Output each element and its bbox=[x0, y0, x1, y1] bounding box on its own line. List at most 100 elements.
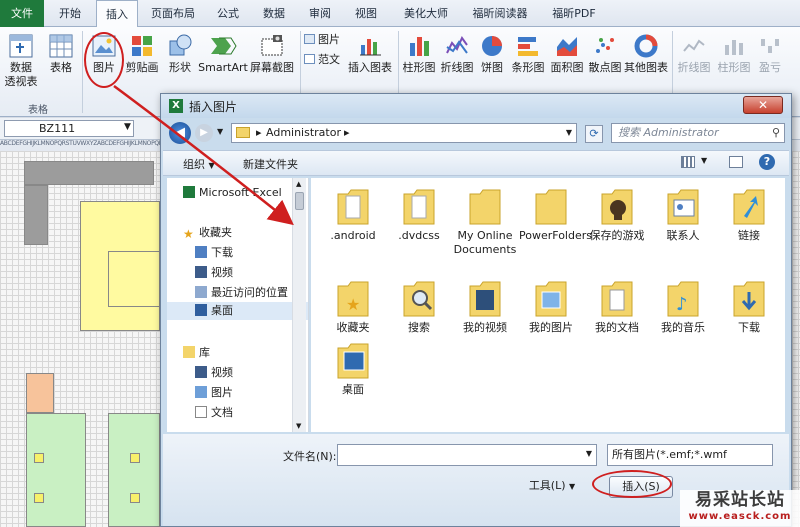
links-icon bbox=[730, 186, 768, 226]
table-button[interactable]: 表格 bbox=[44, 33, 78, 75]
nav-item-desktop[interactable]: 桌面 bbox=[167, 302, 308, 320]
area-chart-button[interactable]: 面积图 bbox=[548, 33, 586, 75]
nav-item-libraries[interactable]: 库 bbox=[183, 344, 210, 362]
sparkline-column-button[interactable]: 柱形图 bbox=[714, 33, 754, 75]
sparkline-line-button[interactable]: 折线图 bbox=[674, 33, 714, 75]
table-label: 表格 bbox=[50, 61, 72, 74]
scroll-down-icon[interactable]: ▼ bbox=[296, 422, 301, 430]
doughnut-chart-icon bbox=[634, 34, 658, 58]
filetype-select[interactable]: 所有图片(*.emf;*.wmf bbox=[607, 444, 773, 466]
nav-label: 下载 bbox=[211, 246, 233, 259]
view-dropdown-icon[interactable]: ▼ bbox=[701, 156, 707, 165]
tab-home[interactable]: 开始 bbox=[50, 0, 90, 27]
library-icon bbox=[183, 346, 195, 358]
tab-file[interactable]: 文件 bbox=[0, 0, 44, 27]
tab-view[interactable]: 视图 bbox=[346, 0, 386, 27]
organize-button[interactable]: 组织 ▼ bbox=[183, 156, 215, 172]
column-chart-button[interactable]: 柱形图 bbox=[400, 33, 438, 75]
close-button[interactable]: ✕ bbox=[743, 96, 783, 114]
pivot-table-button[interactable]: 数据 透视表 bbox=[2, 33, 40, 89]
folder-label: 下载 bbox=[738, 321, 760, 334]
address-dropdown-icon[interactable]: ▼ bbox=[566, 124, 572, 142]
screenshot-button[interactable]: 屏幕截图 bbox=[248, 33, 296, 75]
folder-item[interactable]: 我的视频 bbox=[453, 278, 517, 335]
help-icon[interactable]: ? bbox=[759, 154, 775, 170]
folder-item[interactable]: ♪ 我的音乐 bbox=[651, 278, 715, 335]
folder-item[interactable]: .android bbox=[321, 186, 385, 243]
scatter-chart-button[interactable]: 散点图 bbox=[586, 33, 624, 75]
new-folder-button[interactable]: 新建文件夹 bbox=[243, 156, 298, 172]
tab-insert[interactable]: 插入 bbox=[96, 0, 138, 28]
pie-chart-button[interactable]: 饼图 bbox=[476, 33, 508, 75]
sparkline-winloss-button[interactable]: 盈亏 bbox=[756, 33, 784, 75]
folder-item[interactable]: 桌面 bbox=[321, 340, 385, 397]
line-chart-button[interactable]: 折线图 bbox=[438, 33, 476, 75]
navigation-scrollbar[interactable]: ▲ ▼ bbox=[292, 178, 306, 432]
tab-foxit-reader[interactable]: 福昕阅读器 bbox=[464, 0, 536, 27]
other-charts-button[interactable]: 其他图表 bbox=[622, 33, 670, 75]
chart-picture-label: 图片 bbox=[318, 33, 340, 46]
refresh-icon[interactable]: ⟳ bbox=[585, 125, 603, 143]
folder-item[interactable]: My Online Documents bbox=[453, 186, 517, 257]
folder-item[interactable]: PowerFolders bbox=[519, 186, 592, 243]
folder-item[interactable]: 我的文档 bbox=[585, 278, 649, 335]
nav-item-recent-places[interactable]: 最近访问的位置 bbox=[195, 284, 288, 302]
breadcrumb-administrator[interactable]: Administrator bbox=[266, 124, 341, 142]
tab-foxit-pdf[interactable]: 福昕PDF bbox=[542, 0, 606, 27]
folder-item[interactable]: 保存的游戏 bbox=[585, 186, 649, 243]
tab-formulas[interactable]: 公式 bbox=[208, 0, 248, 27]
bar-chart-button[interactable]: 条形图 bbox=[508, 33, 548, 75]
history-dropdown-icon[interactable]: ▼ bbox=[217, 127, 223, 136]
name-box[interactable]: BZ111 bbox=[4, 120, 134, 137]
sparkline-winloss-label: 盈亏 bbox=[759, 61, 781, 74]
name-box-dropdown-icon[interactable]: ▼ bbox=[124, 122, 131, 132]
folder-item[interactable]: 下载 bbox=[717, 278, 781, 335]
nav-item-videos[interactable]: 视频 bbox=[195, 264, 233, 282]
star-icon: ★ bbox=[183, 227, 194, 241]
address-bar[interactable]: ▸ Administrator ▸ ▼ bbox=[231, 123, 577, 143]
folder-label: My Online Documents bbox=[453, 229, 517, 256]
folder-label: 搜索 bbox=[408, 321, 430, 334]
template-button[interactable]: 范文 bbox=[304, 53, 348, 67]
scroll-thumb[interactable] bbox=[295, 192, 304, 210]
chart-picture-button[interactable]: 图片 bbox=[304, 33, 348, 47]
nav-item-favorites[interactable]: ★ 收藏夹 bbox=[183, 224, 232, 242]
folder-label: 链接 bbox=[738, 229, 760, 242]
folder-item[interactable]: ★ 收藏夹 bbox=[321, 278, 385, 335]
folder-item[interactable]: 我的图片 bbox=[519, 278, 583, 335]
filename-label: 文件名(N): bbox=[283, 450, 337, 463]
scatter-chart-icon bbox=[596, 38, 614, 53]
navigation-pane: Microsoft Excel ★ 收藏夹 下载 视频 最近访问的位置 桌面 库 … bbox=[167, 178, 309, 432]
tab-page-layout[interactable]: 页面布局 bbox=[144, 0, 202, 27]
smartart-button[interactable]: SmartArt bbox=[198, 33, 248, 75]
search-icon[interactable]: ⚲ bbox=[772, 124, 780, 142]
filename-dropdown-icon[interactable]: ▼ bbox=[586, 449, 592, 458]
folder-item[interactable]: .dvdcss bbox=[387, 186, 451, 243]
smartart-icon bbox=[211, 37, 237, 55]
folder-item[interactable]: 联系人 bbox=[651, 186, 715, 243]
nav-item-downloads[interactable]: 下载 bbox=[195, 244, 233, 262]
tab-review[interactable]: 审阅 bbox=[300, 0, 340, 27]
search-input[interactable]: 搜索 Administrator ⚲ bbox=[611, 123, 785, 143]
back-icon[interactable]: ◀ bbox=[169, 122, 191, 144]
tools-button[interactable]: 工具(L) ▼ bbox=[527, 476, 577, 498]
nav-item-microsoft-excel[interactable]: Microsoft Excel bbox=[183, 184, 282, 202]
nav-item-library-pictures[interactable]: 图片 bbox=[195, 384, 233, 402]
tab-beautify[interactable]: 美化大师 bbox=[394, 0, 458, 27]
filename-input[interactable]: ▼ bbox=[337, 444, 597, 466]
clipart-button[interactable]: 剪贴画 bbox=[124, 33, 160, 75]
folder-label: 我的图片 bbox=[529, 321, 573, 334]
folder-item[interactable]: 链接 bbox=[717, 186, 781, 243]
folder-item[interactable]: 搜索 bbox=[387, 278, 451, 335]
shapes-button[interactable]: 形状 bbox=[164, 33, 196, 75]
preview-pane-icon[interactable] bbox=[729, 156, 743, 168]
forward-icon[interactable]: ▶ bbox=[195, 124, 213, 142]
view-options-icon[interactable] bbox=[681, 156, 695, 168]
nav-item-library-videos[interactable]: 视频 bbox=[195, 364, 233, 382]
insert-chart-button[interactable]: 插入图表 bbox=[346, 33, 394, 75]
tab-data[interactable]: 数据 bbox=[254, 0, 294, 27]
nav-item-library-documents[interactable]: 文档 bbox=[195, 404, 233, 422]
sparkline-winloss-icon bbox=[761, 39, 779, 53]
desktop-folder-icon bbox=[334, 340, 372, 380]
scroll-up-icon[interactable]: ▲ bbox=[296, 180, 301, 188]
